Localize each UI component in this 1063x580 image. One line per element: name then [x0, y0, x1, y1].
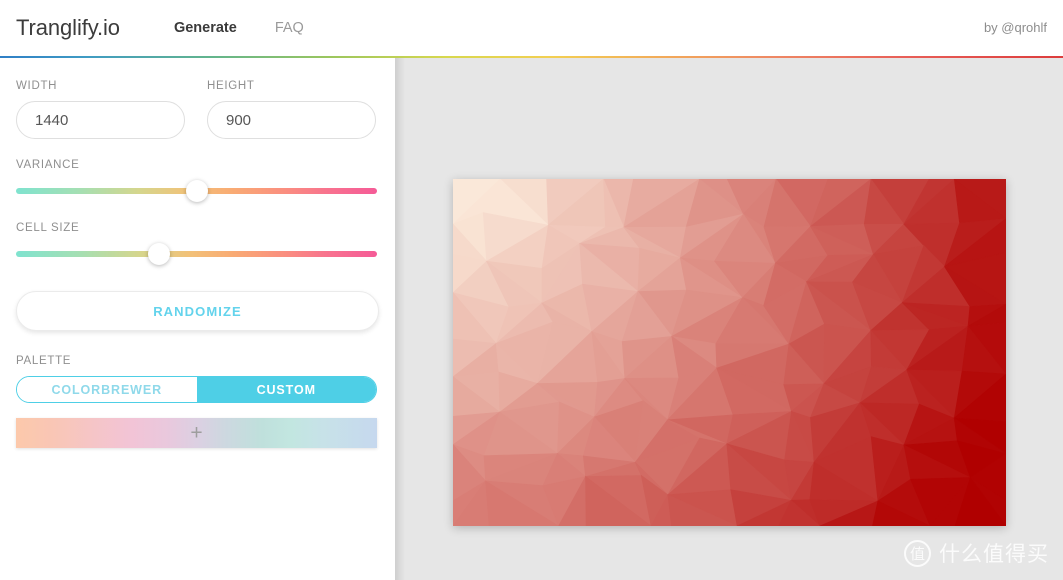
cellsize-slider-track[interactable]	[16, 251, 377, 257]
triangle-pattern-canvas[interactable]	[453, 179, 1006, 526]
cellsize-label: CELL SIZE	[16, 222, 80, 234]
plus-icon[interactable]: +	[190, 423, 202, 444]
palette-gradient-strip[interactable]: +	[16, 418, 377, 448]
watermark-badge-icon: 值	[904, 539, 931, 567]
cellsize-slider-knob[interactable]	[148, 243, 171, 265]
controls-sidebar: WIDTH HEIGHT VARIANCE CELL SIZE RANDOMIZ…	[0, 58, 395, 580]
watermark: 值 什么值得买	[904, 538, 1049, 568]
nav-item-generate[interactable]: Generate	[174, 20, 237, 36]
width-input[interactable]	[16, 101, 185, 139]
width-field-group: WIDTH	[16, 80, 185, 139]
trianglify-app: Tranglify.io Generate FAQ by @qrohlf WID…	[0, 0, 1063, 580]
author-byline: by @qrohlf	[983, 20, 1047, 35]
nav-item-faq[interactable]: FAQ	[275, 20, 304, 36]
palette-tab-custom[interactable]: CUSTOM	[196, 377, 376, 402]
height-field-group: HEIGHT	[207, 80, 376, 139]
variance-label: VARIANCE	[16, 159, 80, 171]
palette-tab-colorbrewer[interactable]: COLORBREWER	[17, 377, 197, 402]
width-label: WIDTH	[16, 80, 58, 92]
height-label: HEIGHT	[207, 80, 255, 92]
variance-slider-knob[interactable]	[185, 180, 208, 202]
variance-control: VARIANCE	[16, 159, 379, 202]
palette-label: PALETTE	[16, 355, 72, 367]
cellsize-slider[interactable]	[16, 243, 379, 265]
palette-mode-toggle: COLORBREWER CUSTOM	[16, 376, 377, 403]
height-input[interactable]	[207, 101, 376, 139]
brand-title: Tranglify.io	[16, 15, 120, 40]
variance-slider[interactable]	[16, 180, 379, 202]
preview-pane	[395, 58, 1063, 580]
randomize-button[interactable]: RANDOMIZE	[16, 291, 379, 331]
dimensions-row: WIDTH HEIGHT	[16, 80, 379, 139]
cellsize-control: CELL SIZE	[16, 222, 379, 265]
watermark-text: 什么值得买	[939, 542, 1049, 566]
main-nav: Generate FAQ	[174, 20, 304, 36]
app-header: Tranglify.io Generate FAQ by @qrohlf	[0, 0, 1063, 56]
